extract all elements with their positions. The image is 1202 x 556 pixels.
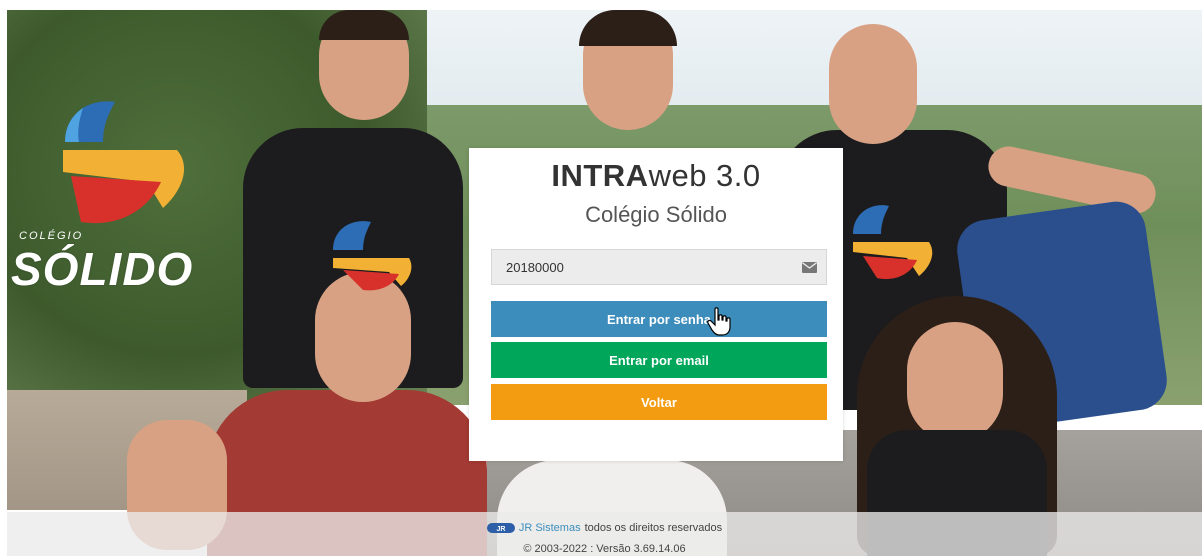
app-title: INTRAweb 3.0: [469, 158, 843, 194]
student-face: [829, 24, 917, 144]
school-logo-mark-icon: [63, 101, 185, 224]
svg-text:JR: JR: [496, 526, 505, 533]
app-title-bold: INTRA: [551, 158, 649, 193]
user-input[interactable]: [492, 250, 826, 284]
logo-subtitle: COLÉGIO: [19, 230, 84, 242]
app-title-rest: web 3.0: [648, 158, 761, 193]
shirt-logo: [853, 205, 933, 280]
back-button[interactable]: Voltar: [491, 384, 827, 420]
student-face: [907, 322, 1003, 442]
school-logo: COLÉGIO SÓLIDO: [11, 98, 211, 298]
login-panel: INTRAweb 3.0 Colégio Sólido Entrar por s…: [469, 148, 843, 461]
version-text: © 2003-2022 : Versão 3.69.14.06: [523, 543, 686, 555]
page-viewport: COLÉGIO SÓLIDO INTRAweb 3.0 Colégio Sóli…: [7, 10, 1202, 556]
envelope-icon: [802, 262, 817, 273]
shirt-logo: [333, 221, 412, 291]
school-name: Colégio Sólido: [585, 202, 727, 227]
company-link[interactable]: JR Sistemas: [519, 522, 581, 534]
footer: JR JR Sistemas todos os direitos reserva…: [7, 512, 1202, 556]
logo-title: SÓLIDO: [11, 243, 194, 295]
rights-text: todos os direitos reservados: [584, 522, 723, 534]
login-email-button[interactable]: Entrar por email: [491, 342, 827, 378]
jr-sistemas-logo-icon: JR: [486, 523, 515, 533]
login-password-button[interactable]: Entrar por senha: [491, 301, 827, 337]
student-hair: [319, 10, 409, 40]
hand-pointer-cursor-icon: [707, 307, 731, 336]
footer-credits: JR JR Sistemas todos os direitos reserva…: [7, 521, 1202, 535]
user-field[interactable]: [491, 249, 827, 285]
